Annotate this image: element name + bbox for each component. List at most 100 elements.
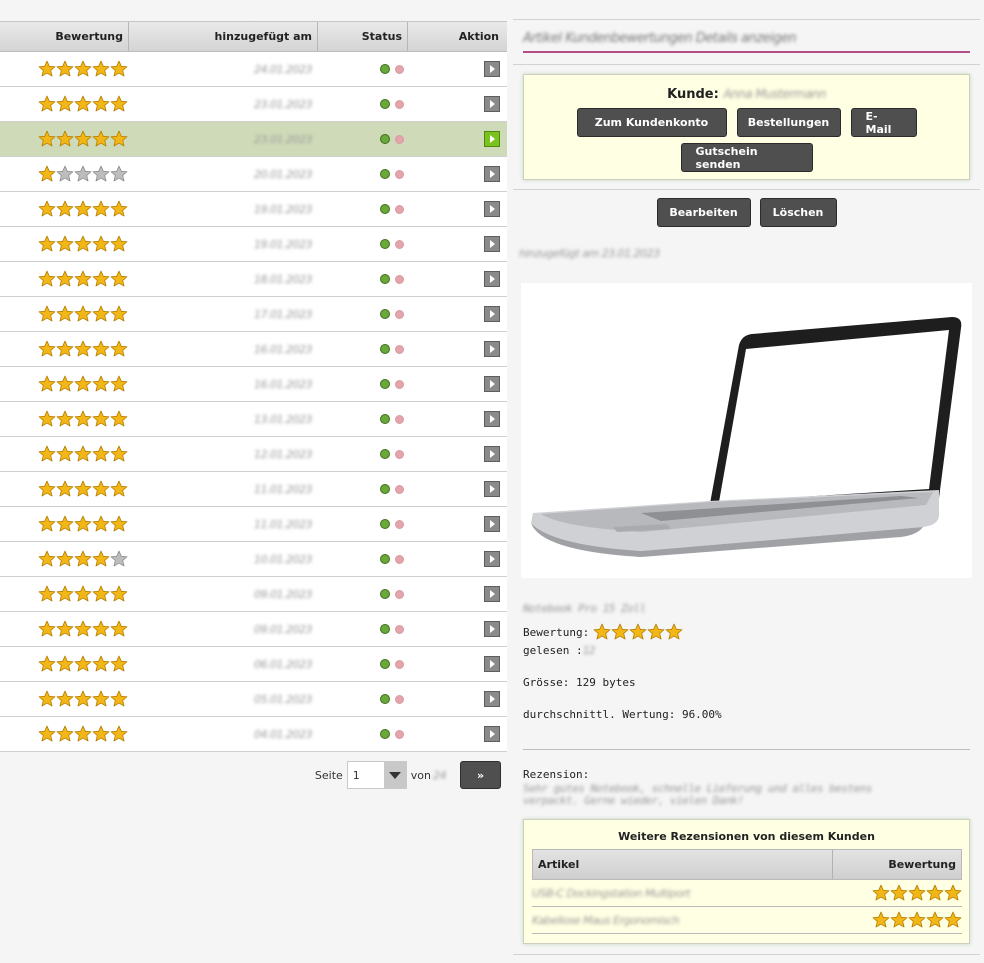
table-row[interactable]: 09.01.2023 bbox=[0, 612, 507, 647]
status-active-icon[interactable] bbox=[380, 449, 390, 459]
status-active-icon[interactable] bbox=[380, 659, 390, 669]
status-inactive-icon[interactable] bbox=[395, 659, 404, 669]
chevron-down-icon[interactable] bbox=[383, 762, 406, 788]
status-active-icon[interactable] bbox=[380, 274, 390, 284]
open-review-arrow-icon[interactable] bbox=[484, 61, 500, 77]
status-active-icon[interactable] bbox=[380, 134, 390, 144]
status-inactive-icon[interactable] bbox=[395, 694, 404, 704]
table-row[interactable]: 04.01.2023 bbox=[0, 717, 507, 752]
table-row[interactable]: 16.01.2023 bbox=[0, 367, 507, 402]
table-row[interactable]: 13.01.2023 bbox=[0, 402, 507, 437]
table-row[interactable]: 16.01.2023 bbox=[0, 332, 507, 367]
status-active-icon[interactable] bbox=[380, 624, 390, 634]
status-inactive-icon[interactable] bbox=[395, 624, 404, 634]
status-active-icon[interactable] bbox=[380, 204, 390, 214]
status-cell bbox=[318, 694, 408, 704]
open-review-arrow-icon[interactable] bbox=[484, 516, 500, 532]
open-review-arrow-icon[interactable] bbox=[484, 341, 500, 357]
status-cell bbox=[318, 554, 408, 564]
open-review-arrow-icon[interactable] bbox=[484, 166, 500, 182]
table-row[interactable]: 19.01.2023 bbox=[0, 227, 507, 262]
open-review-arrow-icon[interactable] bbox=[484, 656, 500, 672]
status-active-icon[interactable] bbox=[380, 519, 390, 529]
status-active-icon[interactable] bbox=[380, 99, 390, 109]
status-inactive-icon[interactable] bbox=[395, 729, 404, 739]
table-row[interactable]: 05.01.2023 bbox=[0, 682, 507, 717]
status-inactive-icon[interactable] bbox=[395, 274, 404, 284]
open-review-arrow-icon[interactable] bbox=[484, 376, 500, 392]
next-page-button[interactable]: » bbox=[460, 761, 501, 789]
orders-button[interactable]: Bestellungen bbox=[736, 108, 841, 137]
table-row[interactable]: 17.01.2023 bbox=[0, 297, 507, 332]
status-inactive-icon[interactable] bbox=[395, 204, 404, 214]
table-row[interactable]: 12.01.2023 bbox=[0, 437, 507, 472]
column-header-added[interactable]: hinzugefügt am bbox=[129, 22, 318, 51]
status-inactive-icon[interactable] bbox=[395, 554, 404, 564]
status-active-icon[interactable] bbox=[380, 694, 390, 704]
status-active-icon[interactable] bbox=[380, 484, 390, 494]
status-inactive-icon[interactable] bbox=[395, 169, 404, 179]
status-active-icon[interactable] bbox=[380, 344, 390, 354]
open-review-arrow-icon[interactable] bbox=[484, 481, 500, 497]
status-active-icon[interactable] bbox=[380, 414, 390, 424]
delete-button[interactable]: Löschen bbox=[759, 198, 837, 227]
table-row[interactable]: 06.01.2023 bbox=[0, 647, 507, 682]
status-inactive-icon[interactable] bbox=[395, 134, 404, 144]
open-review-arrow-icon[interactable] bbox=[484, 446, 500, 462]
open-review-arrow-icon[interactable] bbox=[484, 551, 500, 567]
open-review-arrow-icon[interactable] bbox=[484, 586, 500, 602]
email-button[interactable]: E-Mail bbox=[850, 108, 917, 137]
status-active-icon[interactable] bbox=[380, 554, 390, 564]
status-inactive-icon[interactable] bbox=[395, 64, 404, 74]
status-active-icon[interactable] bbox=[380, 589, 390, 599]
open-review-arrow-icon[interactable] bbox=[484, 411, 500, 427]
star-filled-icon bbox=[56, 690, 74, 708]
status-inactive-icon[interactable] bbox=[395, 589, 404, 599]
open-review-arrow-icon[interactable] bbox=[484, 131, 500, 147]
column-header-status[interactable]: Status bbox=[318, 22, 408, 51]
table-row[interactable]: 19.01.2023 bbox=[0, 192, 507, 227]
open-review-arrow-icon[interactable] bbox=[484, 691, 500, 707]
table-row[interactable]: 24.01.2023 bbox=[0, 52, 507, 87]
table-row[interactable]: 11.01.2023 bbox=[0, 472, 507, 507]
column-header-rating[interactable]: Bewertung bbox=[0, 22, 129, 51]
open-review-arrow-icon[interactable] bbox=[484, 236, 500, 252]
open-review-arrow-icon[interactable] bbox=[484, 621, 500, 637]
open-review-arrow-icon[interactable] bbox=[484, 306, 500, 322]
article-name[interactable]: USB-C Dockingstation Multiport bbox=[532, 887, 690, 900]
status-inactive-icon[interactable] bbox=[395, 99, 404, 109]
customer-account-button[interactable]: Zum Kundenkonto bbox=[576, 108, 727, 137]
status-inactive-icon[interactable] bbox=[395, 379, 404, 389]
send-voucher-button[interactable]: Gutschein senden bbox=[680, 143, 813, 172]
page-select[interactable]: 1 bbox=[346, 761, 407, 789]
status-inactive-icon[interactable] bbox=[395, 519, 404, 529]
status-inactive-icon[interactable] bbox=[395, 309, 404, 319]
open-review-arrow-icon[interactable] bbox=[484, 201, 500, 217]
table-row[interactable]: 23.01.2023 bbox=[0, 87, 507, 122]
open-review-arrow-icon[interactable] bbox=[484, 271, 500, 287]
status-active-icon[interactable] bbox=[380, 729, 390, 739]
table-row[interactable]: 23.01.2023 bbox=[0, 122, 507, 157]
status-active-icon[interactable] bbox=[380, 379, 390, 389]
table-row[interactable]: 09.01.2023 bbox=[0, 577, 507, 612]
status-active-icon[interactable] bbox=[380, 169, 390, 179]
status-inactive-icon[interactable] bbox=[395, 449, 404, 459]
status-inactive-icon[interactable] bbox=[395, 484, 404, 494]
table-row[interactable]: 11.01.2023 bbox=[0, 507, 507, 542]
open-review-arrow-icon[interactable] bbox=[484, 726, 500, 742]
open-review-arrow-icon[interactable] bbox=[484, 96, 500, 112]
status-inactive-icon[interactable] bbox=[395, 239, 404, 249]
status-active-icon[interactable] bbox=[380, 239, 390, 249]
status-active-icon[interactable] bbox=[380, 309, 390, 319]
edit-button[interactable]: Bearbeiten bbox=[656, 198, 751, 227]
status-inactive-icon[interactable] bbox=[395, 344, 404, 354]
article-name[interactable]: Kabellose Maus Ergonomisch bbox=[532, 914, 680, 927]
status-inactive-icon[interactable] bbox=[395, 414, 404, 424]
table-row[interactable]: 20.01.2023 bbox=[0, 157, 507, 192]
table-row[interactable]: 10.01.2023 bbox=[0, 542, 507, 577]
status-active-icon[interactable] bbox=[380, 64, 390, 74]
table-row[interactable]: 18.01.2023 bbox=[0, 262, 507, 297]
more-review-row[interactable]: USB-C Dockingstation Multiport bbox=[532, 880, 962, 907]
more-review-row[interactable]: Kabellose Maus Ergonomisch bbox=[532, 907, 962, 934]
star-filled-icon bbox=[908, 911, 926, 929]
